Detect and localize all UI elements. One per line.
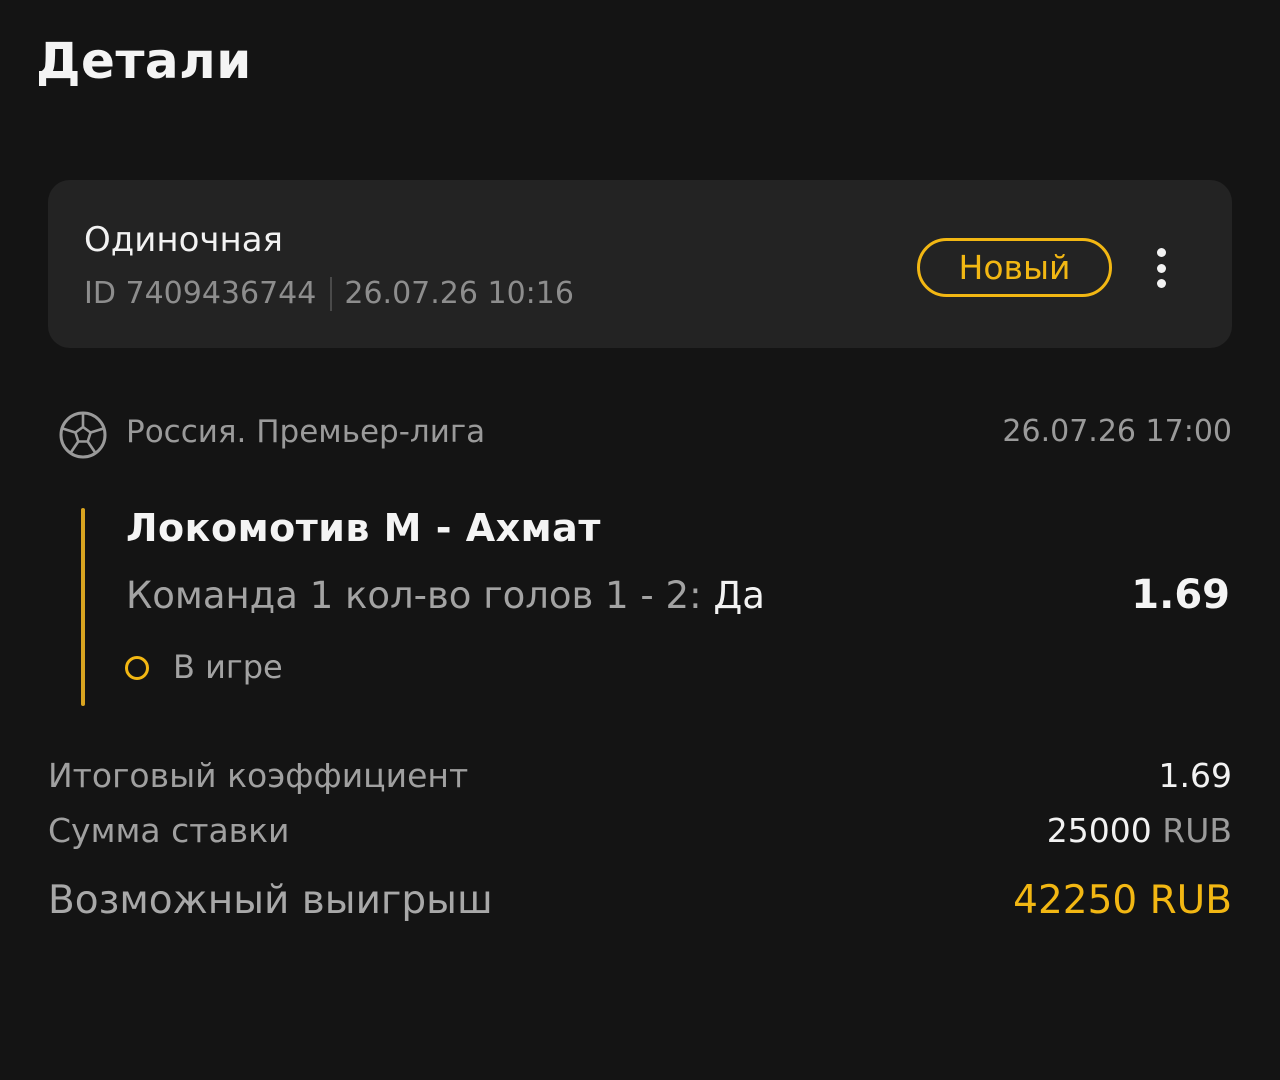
stake-value: 25000 RUB [1047, 811, 1232, 850]
league-name: Россия. Премьер-лига [126, 414, 486, 450]
soccer-ball-icon [59, 411, 107, 459]
total-odds-label: Итоговый коэффициент [48, 756, 469, 795]
more-dot [1156, 279, 1166, 288]
bet-type: Одиночная [84, 220, 284, 260]
event-datetime: 26.07.26 17:00 [1002, 414, 1232, 449]
event-header: Россия. Премьер-лига 26.07.26 17:00 [58, 408, 1232, 460]
total-odds-value: 1.69 [1158, 756, 1232, 795]
selection-accent-bar [81, 508, 85, 706]
page-title: Детали [36, 32, 252, 90]
stake-row: Сумма ставки 25000 RUB [48, 811, 1232, 850]
potential-win-row: Возможный выигрыш 42250 RUB [48, 878, 1232, 923]
total-odds-row: Итоговый коэффициент 1.69 [48, 756, 1232, 795]
pending-circle-icon [125, 656, 149, 680]
stake-currency: RUB [1162, 811, 1232, 850]
bet-id: ID 7409436744 [84, 276, 317, 311]
meta-divider [330, 276, 333, 311]
potential-win-label: Возможный выигрыш [48, 878, 493, 923]
stake-amount: 25000 [1046, 811, 1152, 850]
stake-label: Сумма ставки [48, 811, 290, 850]
outcome-label: Команда 1 кол-во голов 1 - 2: [126, 574, 702, 617]
outcome-value: Да [713, 574, 765, 617]
more-vertical-icon[interactable] [1146, 246, 1176, 290]
bet-details-screen: Детали Одиночная ID 7409436744 26.07.26 … [0, 0, 1280, 1080]
bet-summary-card: Одиночная ID 7409436744 26.07.26 10:16 Н… [48, 180, 1232, 348]
bet-meta: ID 7409436744 26.07.26 10:16 [84, 276, 574, 311]
bet-outcome: Команда 1 кол-во голов 1 - 2: Да [126, 574, 765, 617]
status-badge: Новый [917, 238, 1112, 297]
match-title: Локомотив М - Ахмат [126, 506, 601, 550]
more-dot [1156, 263, 1166, 273]
potential-win-value: 42250 RUB [1013, 878, 1232, 923]
outcome-odds: 1.69 [1131, 572, 1230, 618]
more-dot [1156, 248, 1166, 257]
bet-created-datetime: 26.07.26 10:16 [344, 276, 574, 311]
event-state: В игре [173, 648, 283, 686]
